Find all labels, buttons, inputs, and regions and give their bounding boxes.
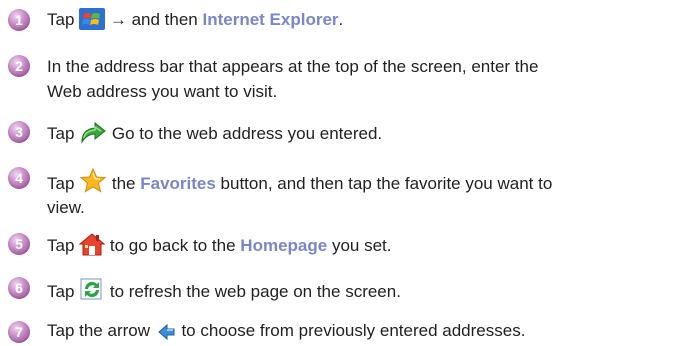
favorites-label: Favorites [140,174,216,193]
step-number-badge: 7 [8,321,30,343]
homepage-label: Homepage [240,236,328,255]
favorites-star-icon [79,168,107,193]
step-number-badge: 2 [8,55,30,77]
step-text: Tap Go to the web address you entered. [47,120,678,145]
go-arrow-icon [81,121,106,144]
internet-explorer-label: Internet Explorer [202,10,339,29]
step-text: Tap to go back to the Homepage you set. [47,232,678,257]
step-number-badge: 4 [8,167,30,189]
step-number-badge: 1 [8,9,30,31]
dropdown-arrow-icon [157,323,175,341]
step-text: Tap → and then Internet Explorer. [47,8,344,30]
step-text: Tap the Favorites button, and then tap t… [47,166,678,219]
windows-start-icon [79,8,106,30]
step-text: Tap the arrow to choose from previously … [47,321,526,341]
step-text: In the address bar that appears at the t… [47,57,539,101]
refresh-icon [80,278,102,300]
step-text: Tap to refresh the web page on the scree… [47,276,678,303]
step-number-badge: 3 [8,121,30,143]
home-icon [79,233,106,256]
step-number-badge: 6 [8,277,30,299]
step-number-badge: 5 [8,233,30,255]
